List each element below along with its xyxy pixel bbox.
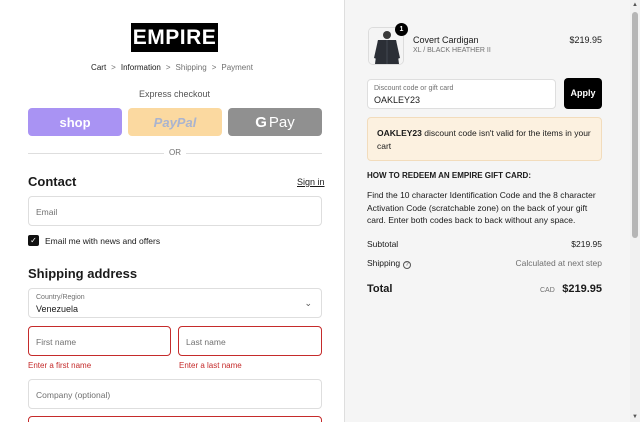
discount-warning: OAKLEY23 discount code isn't valid for t… (367, 117, 602, 161)
email-placeholder: Email (36, 207, 58, 217)
shop-pay-button[interactable]: shop (28, 108, 122, 136)
subtotal-value: $219.95 (571, 239, 602, 249)
shipping-heading: Shipping address (28, 266, 138, 281)
question-circle-icon[interactable]: ? (403, 261, 412, 269)
country-label: Country/Region (36, 294, 85, 301)
product-name: Covert Cardigan (413, 35, 479, 45)
paypal-label: PayPal (153, 114, 197, 130)
country-select[interactable]: Country/Region Venezuela ⌄ (28, 288, 322, 318)
page-scrollbar[interactable]: ▲ ▼ (630, 0, 640, 422)
sign-in-link[interactable]: Sign in (297, 177, 325, 187)
first-name-placeholder: First name (36, 337, 77, 347)
newsletter-label[interactable]: Email me with news and offers (45, 236, 160, 246)
total-label: Total (367, 283, 393, 295)
gift-card-instructions: Find the 10 character Identification Cod… (367, 190, 596, 225)
breadcrumb-payment: Payment (221, 63, 253, 72)
first-name-error: Enter a first name (28, 361, 92, 370)
breadcrumb-cart[interactable]: Cart (91, 63, 106, 72)
last-name-error: Enter a last name (179, 361, 242, 370)
product-variant: XL / BLACK HEATHER II (413, 47, 491, 54)
scroll-up-icon[interactable]: ▲ (632, 2, 638, 8)
discount-code-input[interactable]: Discount code or gift card OAKLEY23 (367, 79, 556, 109)
discount-label: Discount code or gift card (374, 85, 454, 92)
scrollbar-thumb[interactable] (632, 12, 638, 238)
email-field[interactable]: Email (28, 196, 322, 226)
paypal-button[interactable]: PayPal (128, 108, 222, 136)
shipping-row: Shipping? (367, 258, 412, 269)
total-currency: CAD (540, 287, 555, 294)
product-price: $219.95 (569, 35, 602, 45)
address-field[interactable] (28, 416, 322, 422)
first-name-field[interactable]: First name (28, 326, 171, 356)
company-field[interactable]: Company (optional) (28, 379, 322, 409)
google-pay-button[interactable]: G Pay (228, 108, 322, 136)
breadcrumb: Cart > Information > Shipping > Payment (0, 63, 344, 72)
company-placeholder: Company (optional) (36, 390, 111, 400)
chevron-right-icon: > (165, 63, 171, 72)
last-name-placeholder: Last name (186, 337, 226, 347)
shipping-label: Shipping (367, 258, 401, 268)
chevron-right-icon: > (111, 63, 116, 72)
breadcrumb-information: Information (120, 63, 161, 72)
warning-code: OAKLEY23 (377, 128, 422, 138)
gift-card-heading: HOW TO REDEEM AN EMPIRE GIFT CARD: (367, 171, 531, 180)
apply-button[interactable]: Apply (564, 78, 602, 109)
breadcrumb-shipping: Shipping (175, 63, 207, 72)
contact-heading: Contact (28, 174, 77, 189)
google-g-icon: G (255, 113, 267, 131)
quantity-badge: 1 (395, 23, 408, 36)
discount-value: OAKLEY23 (374, 95, 421, 105)
subtotal-label: Subtotal (367, 239, 399, 249)
last-name-field[interactable]: Last name (178, 326, 322, 356)
newsletter-checkbox[interactable]: ✓ (28, 235, 39, 246)
chevron-right-icon: > (211, 63, 217, 72)
scroll-down-icon[interactable]: ▼ (632, 414, 638, 420)
check-icon: ✓ (30, 236, 37, 245)
shipping-value: Calculated at next step (515, 258, 602, 268)
google-pay-label: Pay (268, 113, 295, 131)
brand-logo[interactable]: EMPIRE (131, 23, 218, 52)
divider-or: OR (164, 148, 186, 157)
chevron-down-icon: ⌄ (304, 298, 312, 308)
checkout-form-panel: EMPIRE Cart > Information > Shipping > Payment… (0, 0, 344, 422)
total-value: $219.95 (562, 283, 602, 295)
express-checkout-label: Express checkout (138, 89, 211, 99)
country-value: Venezuela (36, 304, 79, 314)
shop-pay-label: shop (59, 114, 91, 130)
